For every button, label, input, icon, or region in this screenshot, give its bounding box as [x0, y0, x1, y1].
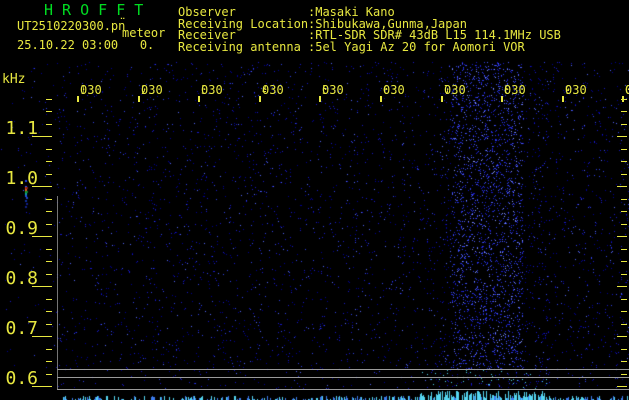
time-label-prefix: 030 [565, 83, 587, 97]
freq-minor-tick-left [46, 124, 52, 125]
freq-minor-tick-right [621, 374, 627, 375]
freq-minor-tick-left [46, 174, 52, 175]
time-label-prefix: 030 [444, 83, 466, 97]
freq-minor-tick-right [621, 161, 627, 162]
freq-minor-tick-right [621, 211, 627, 212]
plot-left-border [57, 196, 58, 389]
spectrogram-canvas [0, 0, 629, 400]
freq-major-tick-left [32, 386, 52, 387]
freq-minor-tick-left [46, 349, 52, 350]
freq-minor-tick-right [621, 224, 627, 225]
hrofft-screen: H R O F F T UT2510220300.pn ¨ meteor 25.… [0, 0, 629, 400]
observation-datetime: 25.10.22 03:00 0. [17, 38, 155, 52]
separator-line [57, 369, 629, 370]
time-axis-label: 030 6 [343, 84, 405, 96]
time-label-prefix: 030 [262, 83, 284, 97]
time-label-prefix: 030 [201, 83, 223, 97]
freq-minor-tick-right [621, 149, 627, 150]
time-axis-tick [380, 96, 382, 102]
freq-major-tick-right [617, 236, 627, 237]
time-axis-tick [198, 96, 200, 102]
freq-major-tick-right [617, 286, 627, 287]
time-axis-label: 030 9 [525, 84, 587, 96]
freq-minor-tick-left [46, 324, 52, 325]
freq-minor-tick-left [46, 199, 52, 200]
time-axis-tick [319, 96, 321, 102]
time-axis-label: 030 4 [222, 84, 284, 96]
time-axis-label: 030 5 [282, 84, 344, 96]
time-axis-label: 030 7 [404, 84, 466, 96]
freq-minor-tick-right [621, 261, 627, 262]
freq-major-tick-right [617, 186, 627, 187]
freq-minor-tick-right [621, 349, 627, 350]
time-label-prefix: 031 [625, 83, 629, 97]
freq-minor-tick-right [621, 199, 627, 200]
freq-minor-tick-left [46, 99, 52, 100]
time-axis-label: 030 2 [101, 84, 163, 96]
freq-major-tick-left [32, 236, 52, 237]
time-axis-tick [259, 96, 261, 102]
time-axis-tick [441, 96, 443, 102]
time-axis-label: 030 8 [464, 84, 526, 96]
time-axis-tick [501, 96, 503, 102]
freq-major-tick-right [617, 136, 627, 137]
time-axis-tick [562, 96, 564, 102]
freq-minor-tick-left [46, 211, 52, 212]
app-title: H R O F F T [44, 1, 144, 19]
freq-minor-tick-right [621, 174, 627, 175]
time-axis-label: 030 3 [161, 84, 223, 96]
freq-minor-tick-left [46, 261, 52, 262]
freq-minor-tick-left [46, 299, 52, 300]
freq-major-tick-left [32, 136, 52, 137]
freq-major-tick-right [617, 386, 627, 387]
freq-minor-tick-left [46, 161, 52, 162]
freq-major-tick-left [32, 286, 52, 287]
separator-line [57, 377, 629, 378]
time-label-prefix: 030 [141, 83, 163, 97]
time-label-prefix: 030 [504, 83, 526, 97]
time-axis-tick [77, 96, 79, 102]
freq-minor-tick-right [621, 111, 627, 112]
output-filename: UT2510220300.pn [17, 19, 126, 33]
freq-minor-tick-right [621, 324, 627, 325]
header-field-row: Receiving antenna:5el Yagi Az 20 for Aom… [178, 41, 525, 53]
freq-minor-tick-left [46, 361, 52, 362]
freq-minor-tick-right [621, 299, 627, 300]
freq-major-tick-left [32, 336, 52, 337]
time-label-prefix: 030 [383, 83, 405, 97]
freq-minor-tick-left [46, 311, 52, 312]
time-axis-tick [138, 96, 140, 102]
freq-minor-tick-right [621, 249, 627, 250]
time-axis-label: 0310 [585, 84, 629, 96]
freq-major-tick-left [32, 186, 52, 187]
time-label-prefix: 030 [80, 83, 102, 97]
freq-minor-tick-left [46, 224, 52, 225]
freq-minor-tick-left [46, 111, 52, 112]
freq-minor-tick-left [46, 249, 52, 250]
freq-minor-tick-left [46, 149, 52, 150]
separator-line [57, 389, 629, 390]
freq-minor-tick-left [46, 374, 52, 375]
time-axis-label: 030 1 [40, 84, 102, 96]
header-field-label: Receiving antenna [178, 39, 301, 54]
freq-minor-tick-right [621, 274, 627, 275]
freq-minor-tick-left [46, 274, 52, 275]
freq-minor-tick-right [621, 311, 627, 312]
frequency-unit-label: kHz [2, 72, 26, 87]
freq-minor-tick-right [621, 361, 627, 362]
freq-minor-tick-right [621, 99, 627, 100]
header-field-value: 5el Yagi Az 20 for Aomori VOR [315, 39, 525, 54]
freq-minor-tick-right [621, 124, 627, 125]
freq-major-tick-right [617, 336, 627, 337]
time-label-prefix: 030 [322, 83, 344, 97]
